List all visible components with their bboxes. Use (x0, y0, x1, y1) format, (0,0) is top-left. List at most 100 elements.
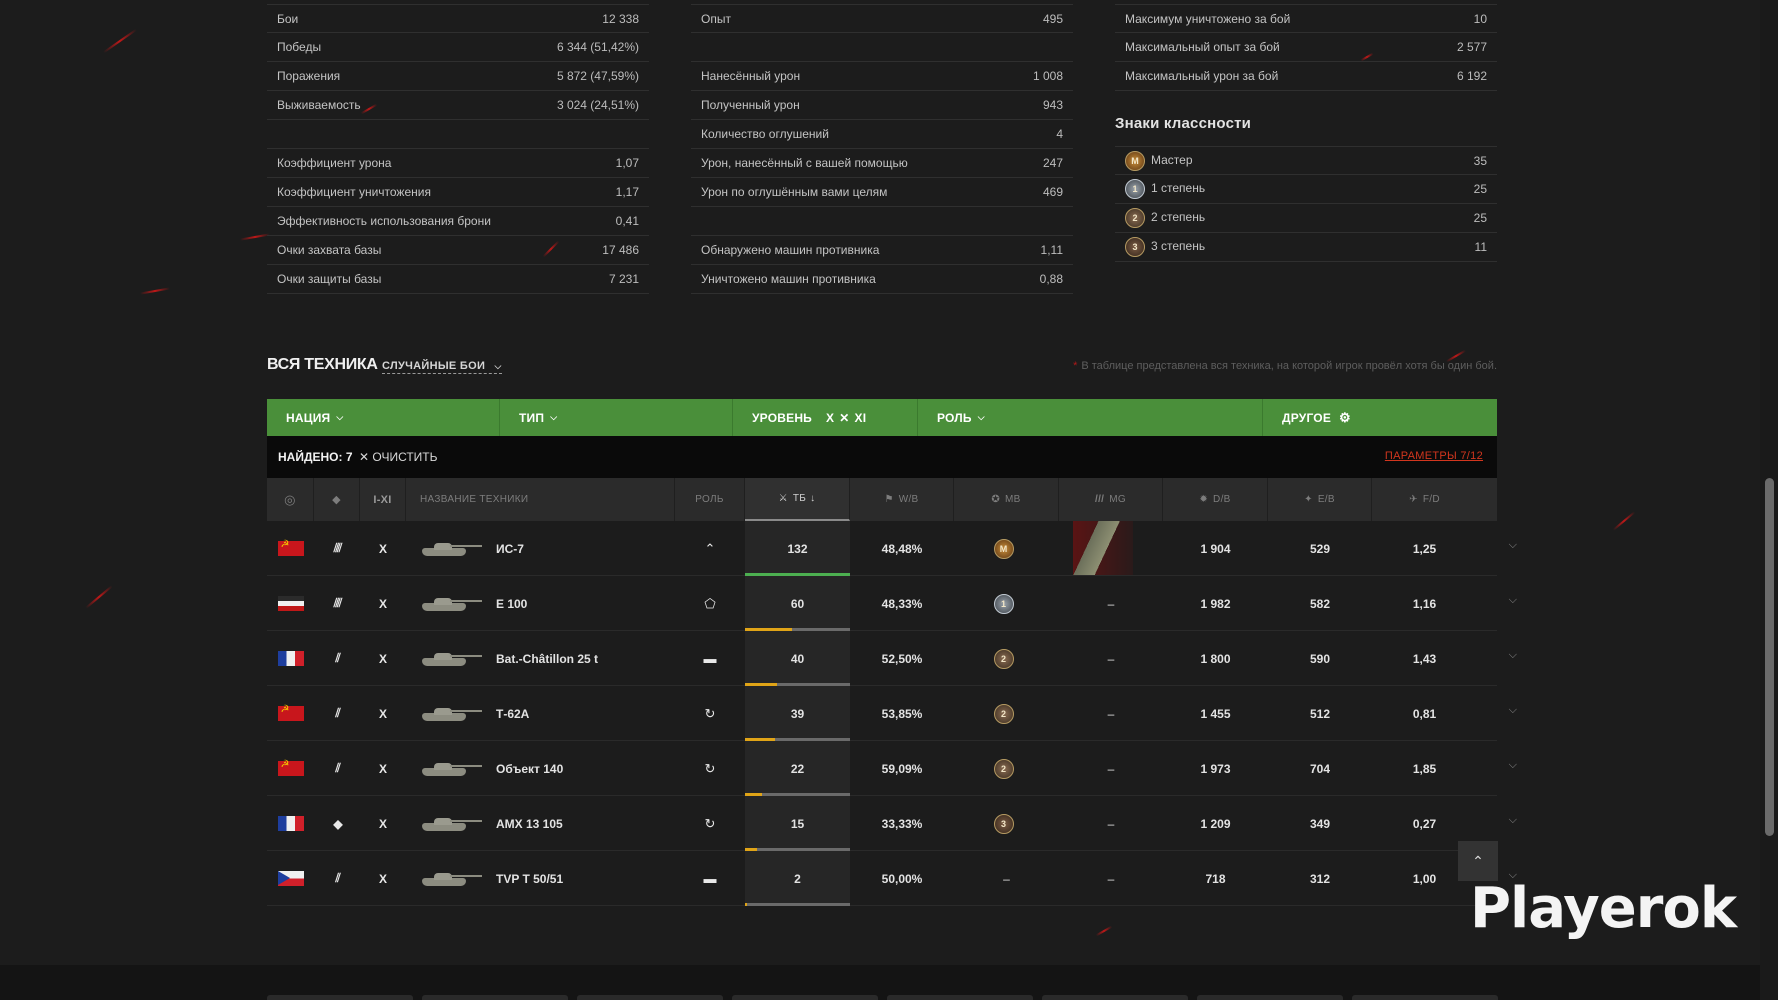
stat-label: Максимальный опыт за бой (1125, 40, 1280, 54)
column-db-label: D/B (1213, 494, 1231, 505)
column-frags-per-death[interactable]: ✈ F/D (1372, 478, 1477, 521)
chevron-down-icon[interactable]: ⌵ (1509, 649, 1517, 662)
scroll-to-top-button[interactable]: ⌃ (1458, 841, 1498, 881)
footer-tab[interactable] (1352, 995, 1498, 1000)
marks-of-gunnery-cell (1059, 521, 1163, 576)
scrollbar-thumb[interactable] (1765, 478, 1774, 836)
vehicles-table-body: ⫽⫽XИС-7⌃13248,48%М1 9045291,25⌵⫽⫽XE 100⬠… (267, 521, 1517, 906)
footer-tab[interactable] (1197, 995, 1343, 1000)
column-battles[interactable]: ⚔ ТБ ↓ (745, 478, 850, 521)
filter-level[interactable]: УРОВЕНЬ X ✕ XI (733, 399, 918, 436)
column-exp-per-battle[interactable]: ✦ E/B (1268, 478, 1372, 521)
vehicle-name: TVP T 50/51 (496, 871, 564, 886)
battles-value: 22 (790, 761, 805, 776)
table-row[interactable]: ⫽⫽ X ИС-7 ⌃ 132 48,48% М 1 904 529 1,25 ⌵ (267, 521, 1517, 576)
column-mastery[interactable]: ✪ МВ (954, 478, 1059, 521)
table-row[interactable]: ⫽ X Bat.-Châtillon 25 t ▬ 40 52,50% 2 – 1 800 590… (267, 631, 1517, 686)
type-cell: ◆ (314, 796, 360, 851)
stat-row: Коэффициент урона 1,07 (267, 149, 649, 178)
stats-divider (267, 120, 649, 149)
filter-type[interactable]: ТИП ⌵ (500, 399, 733, 436)
stat-value: 1,07 (615, 156, 639, 170)
type-cell: ⫽⫽ (314, 521, 360, 576)
class-mark-label: 3 степень (1151, 239, 1206, 254)
column-level[interactable]: I-XI (360, 478, 406, 521)
footer-tab[interactable] (887, 995, 1033, 1000)
page-scrollbar[interactable] (1760, 0, 1778, 1000)
role-cell: ▬ (675, 851, 745, 906)
filter-role[interactable]: РОЛЬ ⌵ (918, 399, 1263, 436)
frags-icon: ✈ (1409, 494, 1418, 505)
nation-flag-icon (277, 539, 304, 556)
column-role-label: РОЛЬ (695, 494, 724, 505)
column-marks-of-gunnery[interactable]: /// MG (1059, 478, 1163, 521)
marks-of-gunnery-cell: – (1107, 761, 1115, 776)
table-row[interactable]: ⫽ X TVP T 50/51 ▬ 2 50,00% – –718 312 1,00 ⌵ (267, 851, 1517, 906)
nation-flag-icon (277, 704, 304, 721)
nation-cell (267, 686, 314, 741)
stats-divider (691, 33, 1073, 62)
table-parameters-link[interactable]: ПАРАМЕТРЫ 7/12 (1385, 450, 1483, 462)
level-cell: X (378, 816, 387, 831)
level-cell: X (378, 596, 387, 611)
footer-tab[interactable] (1042, 995, 1188, 1000)
stats-column-battles: Бои 12 338 Победы 6 344 (51,42%) Поражения 5 … (267, 4, 649, 294)
filter-nation[interactable]: НАЦИЯ ⌵ (267, 399, 500, 436)
nation-flag-icon (277, 759, 304, 776)
footer-tab[interactable] (267, 995, 413, 1000)
table-row[interactable]: ◆ X AMX 13 105 ↻ 15 33,33% 3–1 209 349 0,27 ⌵ (267, 796, 1517, 851)
column-type[interactable]: ◆ (314, 478, 360, 521)
footer-tab[interactable] (732, 995, 878, 1000)
marks-of-gunnery-cell: – (1107, 706, 1115, 721)
column-battles-label: ТБ (792, 493, 807, 504)
footer-tab[interactable] (422, 995, 568, 1000)
stat-row: Коэффициент уничтожения 1,17 (267, 178, 649, 207)
class-mark-label: 1 степень (1151, 181, 1206, 196)
type-cell: ⫽⫽ (314, 576, 360, 631)
heavy-tank-icon: ⫽⫽ (333, 596, 343, 610)
chevron-down-icon[interactable]: ⌵ (1509, 539, 1517, 552)
stats-column-damage: Опыт 495 Нанесённый урон 1 008 Полученный ур… (691, 4, 1073, 294)
battle-type-dropdown[interactable]: СЛУЧАЙНЫЕ БОИ ⌵ (382, 360, 502, 374)
vehicle-name: Bat.-Châtillon 25 t (496, 651, 599, 666)
chevron-down-icon[interactable]: ⌵ (1509, 759, 1517, 772)
frags-cell: 1,85 (1412, 761, 1437, 776)
mastery-badge-icon: М (1125, 150, 1145, 171)
experience-cell: 312 (1309, 871, 1331, 886)
stat-value: 1,11 (1040, 243, 1063, 257)
vehicle-name: Т-62А (496, 706, 530, 721)
table-row[interactable]: ⫽⫽ X E 100 ⬠ 60 48,33% 1 – 1 982 582 1,16 ⌵ (267, 576, 1517, 631)
battles-bar-fill (745, 903, 748, 906)
role-icon: ↻ (704, 705, 716, 721)
filter-other[interactable]: ДРУГОЕ ⚙ (1263, 399, 1497, 436)
stat-label: Поражения (277, 69, 341, 83)
column-winrate[interactable]: ⚑ W/B (850, 478, 954, 521)
light-tank-icon: ◆ (333, 816, 342, 831)
footer-tab[interactable] (577, 995, 723, 1000)
column-name[interactable]: НАЗВАНИЕ ТЕХНИКИ (406, 478, 675, 521)
decor-spark (85, 585, 113, 609)
column-role[interactable]: РОЛЬ (675, 478, 745, 521)
column-eb-label: E/B (1317, 494, 1335, 505)
battles-value: 40 (790, 651, 805, 666)
chevron-down-icon[interactable]: ⌵ (1509, 814, 1517, 827)
vehicle-name-cell: ИС-7 (406, 521, 675, 576)
mastery-badge-icon: 2 (993, 758, 1014, 779)
stat-value: 495 (1042, 11, 1063, 26)
table-row[interactable]: ⫽ X Объект 140 ↻ 22 59,09% 2 – 1 973 704 1,85 ⌵ (267, 741, 1517, 796)
nation-flag-icon (277, 871, 304, 886)
battles-value: 39 (790, 706, 805, 721)
experience-cell: 512 (1309, 706, 1331, 721)
clear-filters-button[interactable]: ✕ ОЧИСТИТЬ (359, 450, 438, 464)
table-row[interactable]: ⫽ X Т-62А ↻ 39 53,85% 2 – 1 455 512 0,81 ⌵ (267, 686, 1517, 741)
stat-label: Очки защиты базы (277, 272, 382, 286)
stat-row: Бои 12 338 (267, 4, 649, 33)
mastery-cell: 2 (954, 741, 1059, 796)
damage-cell: 1 904 (1200, 541, 1231, 556)
chevron-down-icon[interactable]: ⌵ (1509, 594, 1517, 607)
stat-label: Нанесённый урон (701, 69, 801, 83)
column-nation[interactable]: ◎ (267, 478, 314, 521)
column-damage-per-battle[interactable]: ✹ D/B (1163, 478, 1268, 521)
chevron-down-icon[interactable]: ⌵ (1509, 704, 1517, 717)
nation-cell (267, 796, 314, 851)
